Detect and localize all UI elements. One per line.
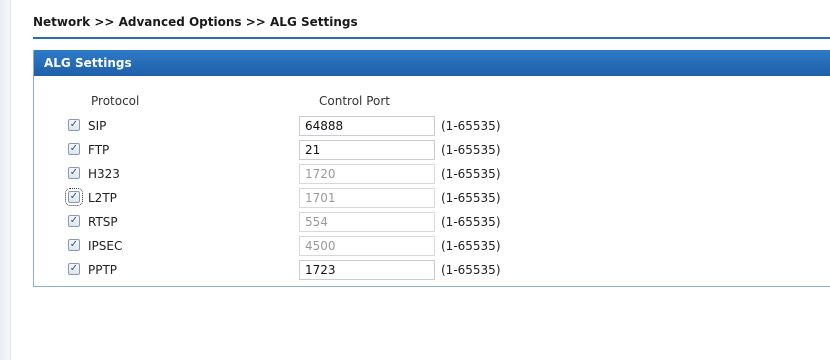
port-range-hint: (1-65535)	[441, 215, 501, 229]
rtsp-checkbox[interactable]: ✓	[68, 215, 80, 227]
port-range-hint: (1-65535)	[441, 143, 501, 157]
checkmark-icon: ✓	[69, 239, 79, 250]
alg-row-sip: ✓ SIP (1-65535)	[0, 116, 830, 138]
protocol-label: PPTP	[88, 263, 118, 277]
checkmark-icon: ✓	[69, 167, 79, 178]
alg-row-pptp: ✓ PPTP (1-65535)	[0, 260, 830, 282]
ipsec-port-input	[299, 236, 435, 256]
h323-port-input	[299, 164, 435, 184]
protocol-label: L2TP	[88, 191, 117, 205]
sip-checkbox[interactable]: ✓	[68, 119, 80, 131]
checkmark-icon: ✓	[69, 119, 79, 130]
port-range-hint: (1-65535)	[441, 239, 501, 253]
checkmark-icon: ✓	[69, 191, 79, 202]
protocol-column-header: Protocol	[91, 94, 140, 108]
panel-title: ALG Settings	[34, 50, 830, 76]
alg-row-ipsec: ✓ IPSEC (1-65535)	[0, 236, 830, 258]
sip-port-input[interactable]	[299, 116, 435, 136]
protocol-label: FTP	[88, 143, 110, 157]
alg-row-h323: ✓ H323 (1-65535)	[0, 164, 830, 186]
protocol-label: SIP	[88, 119, 107, 133]
checkmark-icon: ✓	[69, 143, 79, 154]
port-range-hint: (1-65535)	[441, 167, 501, 181]
ftp-port-input[interactable]	[299, 140, 435, 160]
h323-checkbox[interactable]: ✓	[68, 167, 80, 179]
port-range-hint: (1-65535)	[441, 191, 501, 205]
ftp-checkbox[interactable]: ✓	[68, 143, 80, 155]
checkmark-icon: ✓	[69, 215, 79, 226]
alg-row-rtsp: ✓ RTSP (1-65535)	[0, 212, 830, 234]
port-range-hint: (1-65535)	[441, 263, 501, 277]
rtsp-port-input	[299, 212, 435, 232]
alg-row-ftp: ✓ FTP (1-65535)	[0, 140, 830, 162]
ipsec-checkbox[interactable]: ✓	[68, 239, 80, 251]
l2tp-checkbox[interactable]: ✓	[65, 188, 83, 206]
control-port-column-header: Control Port	[319, 94, 390, 108]
protocol-label: IPSEC	[88, 239, 123, 253]
alg-row-l2tp: ✓ L2TP (1-65535)	[0, 188, 830, 210]
breadcrumb-divider	[33, 37, 830, 39]
l2tp-port-input	[299, 188, 435, 208]
checkmark-icon: ✓	[69, 263, 79, 274]
protocol-label: RTSP	[88, 215, 118, 229]
breadcrumb: Network >> Advanced Options >> ALG Setti…	[33, 15, 358, 29]
pptp-checkbox[interactable]: ✓	[68, 263, 80, 275]
port-range-hint: (1-65535)	[441, 119, 501, 133]
pptp-port-input[interactable]	[299, 260, 435, 280]
protocol-label: H323	[88, 167, 120, 181]
